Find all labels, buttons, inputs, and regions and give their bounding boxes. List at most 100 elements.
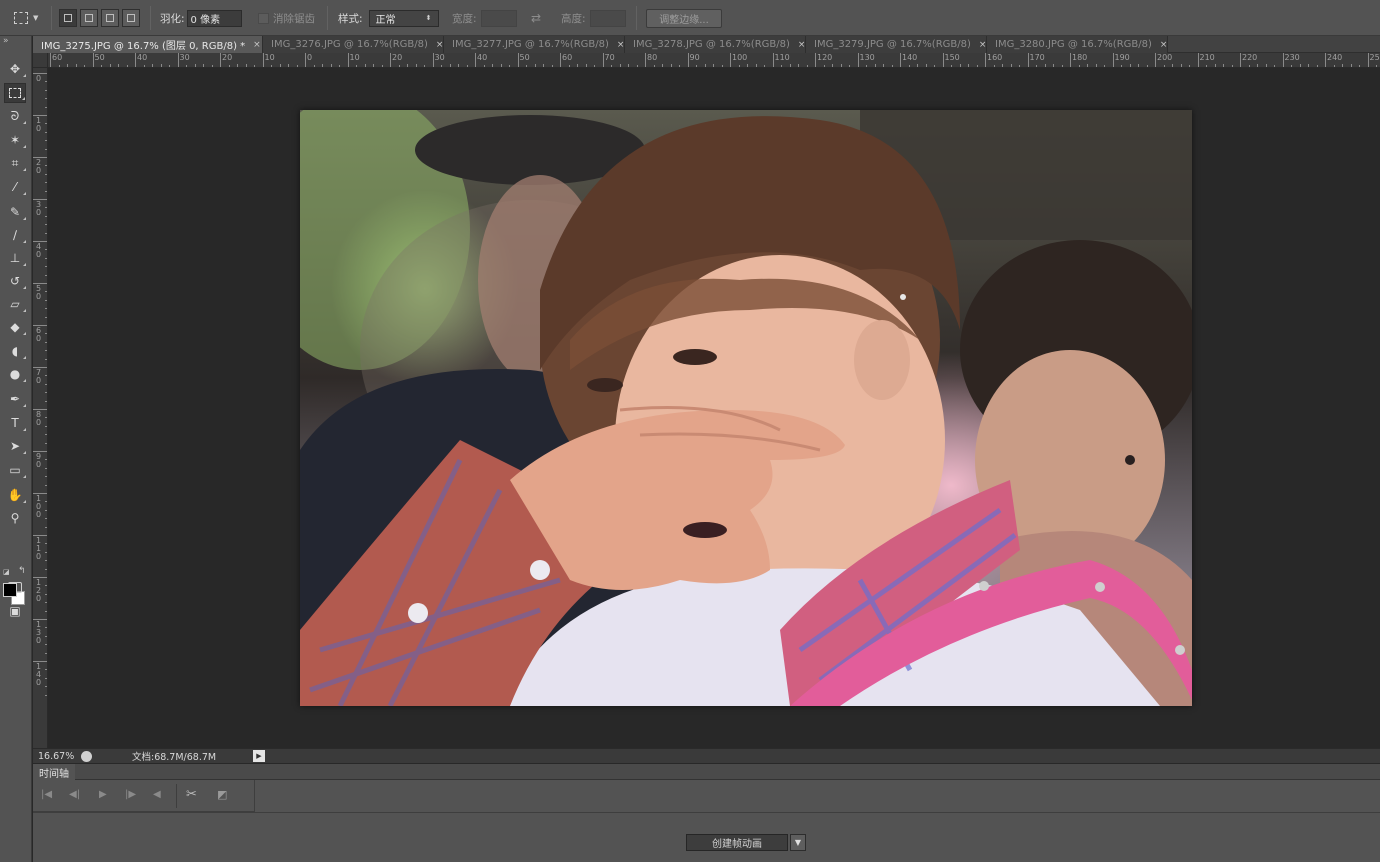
next-frame-icon[interactable]: |▶	[125, 789, 136, 800]
ruler-h-tick	[1155, 53, 1156, 67]
ruler-v-minor-tick	[45, 131, 47, 133]
dodge-tool-icon[interactable]: ●	[4, 364, 26, 384]
transition-icon[interactable]: ◩	[217, 788, 227, 801]
tab-img-3278[interactable]: IMG_3278.JPG @ 16.7%(RGB/8) ×	[625, 36, 806, 53]
screen-mode-icon[interactable]: ▣	[4, 601, 26, 621]
zoom-tool-icon[interactable]: ⚲	[4, 508, 26, 528]
lasso-tool-icon[interactable]: ᘐ	[4, 106, 26, 126]
ruler-h-label: 10	[349, 53, 360, 62]
previous-frame-icon[interactable]: ◀|	[69, 789, 80, 800]
close-icon[interactable]: ×	[979, 40, 987, 50]
close-icon[interactable]: ×	[798, 40, 806, 50]
ruler-v-label: 110	[36, 536, 42, 561]
ruler-h-tick	[645, 53, 646, 67]
globe-icon[interactable]	[81, 750, 92, 762]
crop-tool-icon[interactable]: ⌗	[4, 153, 26, 173]
close-icon[interactable]: ×	[617, 40, 625, 50]
ruler-v-minor-tick	[45, 291, 47, 293]
document-image[interactable]	[300, 110, 1192, 706]
blur-tool-icon[interactable]: ◖	[4, 341, 26, 361]
ruler-v-label: 80	[36, 410, 42, 427]
ruler-v-minor-tick	[45, 173, 47, 175]
close-icon[interactable]: ×	[1160, 40, 1168, 50]
refine-edge-button[interactable]: 调整边缘...	[646, 8, 722, 28]
type-tool-icon[interactable]: T	[4, 413, 26, 433]
eraser-tool-icon[interactable]: ▱	[4, 294, 26, 314]
close-icon[interactable]: ×	[436, 40, 444, 50]
move-tool-icon[interactable]: ✥	[4, 59, 26, 79]
ruler-v-minor-tick	[45, 568, 47, 570]
path-selection-tool-icon[interactable]: ➤	[4, 436, 26, 456]
foreground-color-swatch[interactable]	[3, 583, 17, 597]
ruler-h-tick	[177, 53, 179, 67]
go-to-first-frame-icon[interactable]: |◀	[41, 789, 52, 800]
play-icon[interactable]: ▶	[99, 789, 107, 800]
marquee-tool-icon[interactable]	[4, 83, 26, 103]
ruler-v-minor-tick	[45, 274, 47, 276]
ruler-h-label: 80	[647, 53, 658, 62]
ruler-h-label: 20	[222, 53, 233, 62]
style-select[interactable]: 正常 ⬍	[368, 9, 439, 27]
ruler-h-label: 170	[1029, 53, 1045, 62]
controls-separator	[176, 784, 177, 808]
tab-img-3277[interactable]: IMG_3277.JPG @ 16.7%(RGB/8) ×	[444, 36, 625, 53]
horizontal-ruler[interactable]: 60 50 40 30 20 10 0 10 20 30 40 50 60 70 80 90 100 110 120…	[48, 53, 1380, 68]
canvas-area[interactable]	[49, 68, 1380, 748]
ruler-v-tick	[33, 199, 47, 200]
intersect-selection-button[interactable]	[122, 9, 140, 27]
close-icon[interactable]: ×	[253, 40, 261, 50]
audio-icon[interactable]: ◀	[153, 789, 161, 800]
scissors-icon[interactable]: ✂	[186, 787, 197, 802]
eyedropper-tool-icon[interactable]: ⁄	[4, 177, 26, 197]
antialias-checkbox[interactable]	[258, 12, 269, 24]
ruler-v-minor-tick	[45, 585, 47, 587]
tab-timeline[interactable]: 时间轴	[33, 764, 75, 780]
ruler-h-label: 210	[1199, 53, 1215, 62]
ruler-origin[interactable]	[33, 53, 48, 68]
tab-img-3275[interactable]: IMG_3275.JPG @ 16.7% (图层 0, RGB/8) * ×	[33, 36, 263, 53]
rectangle-tool-icon[interactable]: ▭	[4, 460, 26, 480]
ruler-h-label: 250	[1369, 53, 1380, 62]
ruler-h-label: 10	[264, 53, 275, 62]
height-input[interactable]	[589, 9, 626, 27]
ruler-v-minor-tick	[45, 257, 47, 259]
ruler-v-minor-tick	[45, 602, 47, 604]
swap-colors-icon[interactable]: ↰	[18, 566, 26, 576]
new-selection-button[interactable]	[59, 9, 77, 27]
pen-tool-icon[interactable]: ✒	[4, 389, 26, 409]
add-to-selection-button[interactable]	[80, 9, 98, 27]
width-input[interactable]	[480, 9, 517, 27]
hand-tool-icon[interactable]: ✋	[4, 485, 26, 505]
ruler-h-label: 60	[562, 53, 573, 62]
ruler-h-tick	[347, 53, 349, 67]
swap-dimensions-icon[interactable]: ⇄	[531, 11, 541, 25]
healing-brush-tool-icon[interactable]: ✎	[4, 202, 26, 222]
tab-img-3279[interactable]: IMG_3279.JPG @ 16.7%(RGB/8) ×	[806, 36, 987, 53]
ruler-h-label: 40	[477, 53, 488, 62]
tab-img-3276[interactable]: IMG_3276.JPG @ 16.7%(RGB/8) ×	[263, 36, 444, 53]
clone-stamp-tool-icon[interactable]: ⊥	[4, 248, 26, 268]
magic-wand-tool-icon[interactable]: ✶	[4, 130, 26, 150]
ruler-v-tick	[33, 157, 47, 158]
default-colors-icon[interactable]: ◪	[3, 568, 10, 576]
ruler-v-minor-tick	[45, 677, 47, 679]
history-brush-tool-icon[interactable]: ↺	[4, 271, 26, 291]
ruler-h-tick	[857, 53, 859, 67]
paint-bucket-tool-icon[interactable]: ◆	[4, 317, 26, 337]
brush-tool-icon[interactable]: ∕	[4, 225, 26, 245]
zoom-level[interactable]: 16.67%	[38, 751, 78, 762]
ruler-v-tick	[33, 241, 47, 242]
feather-input[interactable]: 0 像素	[186, 9, 242, 27]
tab-img-3280[interactable]: IMG_3280.JPG @ 16.7%(RGB/8) ×	[987, 36, 1168, 53]
subtract-from-selection-button[interactable]	[101, 9, 119, 27]
chevron-down-icon[interactable]: ▼	[790, 834, 806, 851]
ruler-v-minor-tick	[45, 669, 47, 671]
create-frame-animation-button[interactable]: 创建帧动画	[686, 834, 788, 851]
status-menu-arrow-icon[interactable]: ▶	[253, 750, 265, 762]
panel-collapse-icon[interactable]: »	[3, 36, 9, 46]
ruler-v-minor-tick	[45, 425, 47, 427]
ruler-h-tick	[560, 53, 561, 67]
tool-preset-picker[interactable]: ▼	[14, 0, 38, 36]
vertical-ruler[interactable]: 0 10 20 30 40 50 60 70 80 90 100 110 120 130 140	[33, 68, 48, 748]
ruler-v-minor-tick	[45, 308, 47, 310]
